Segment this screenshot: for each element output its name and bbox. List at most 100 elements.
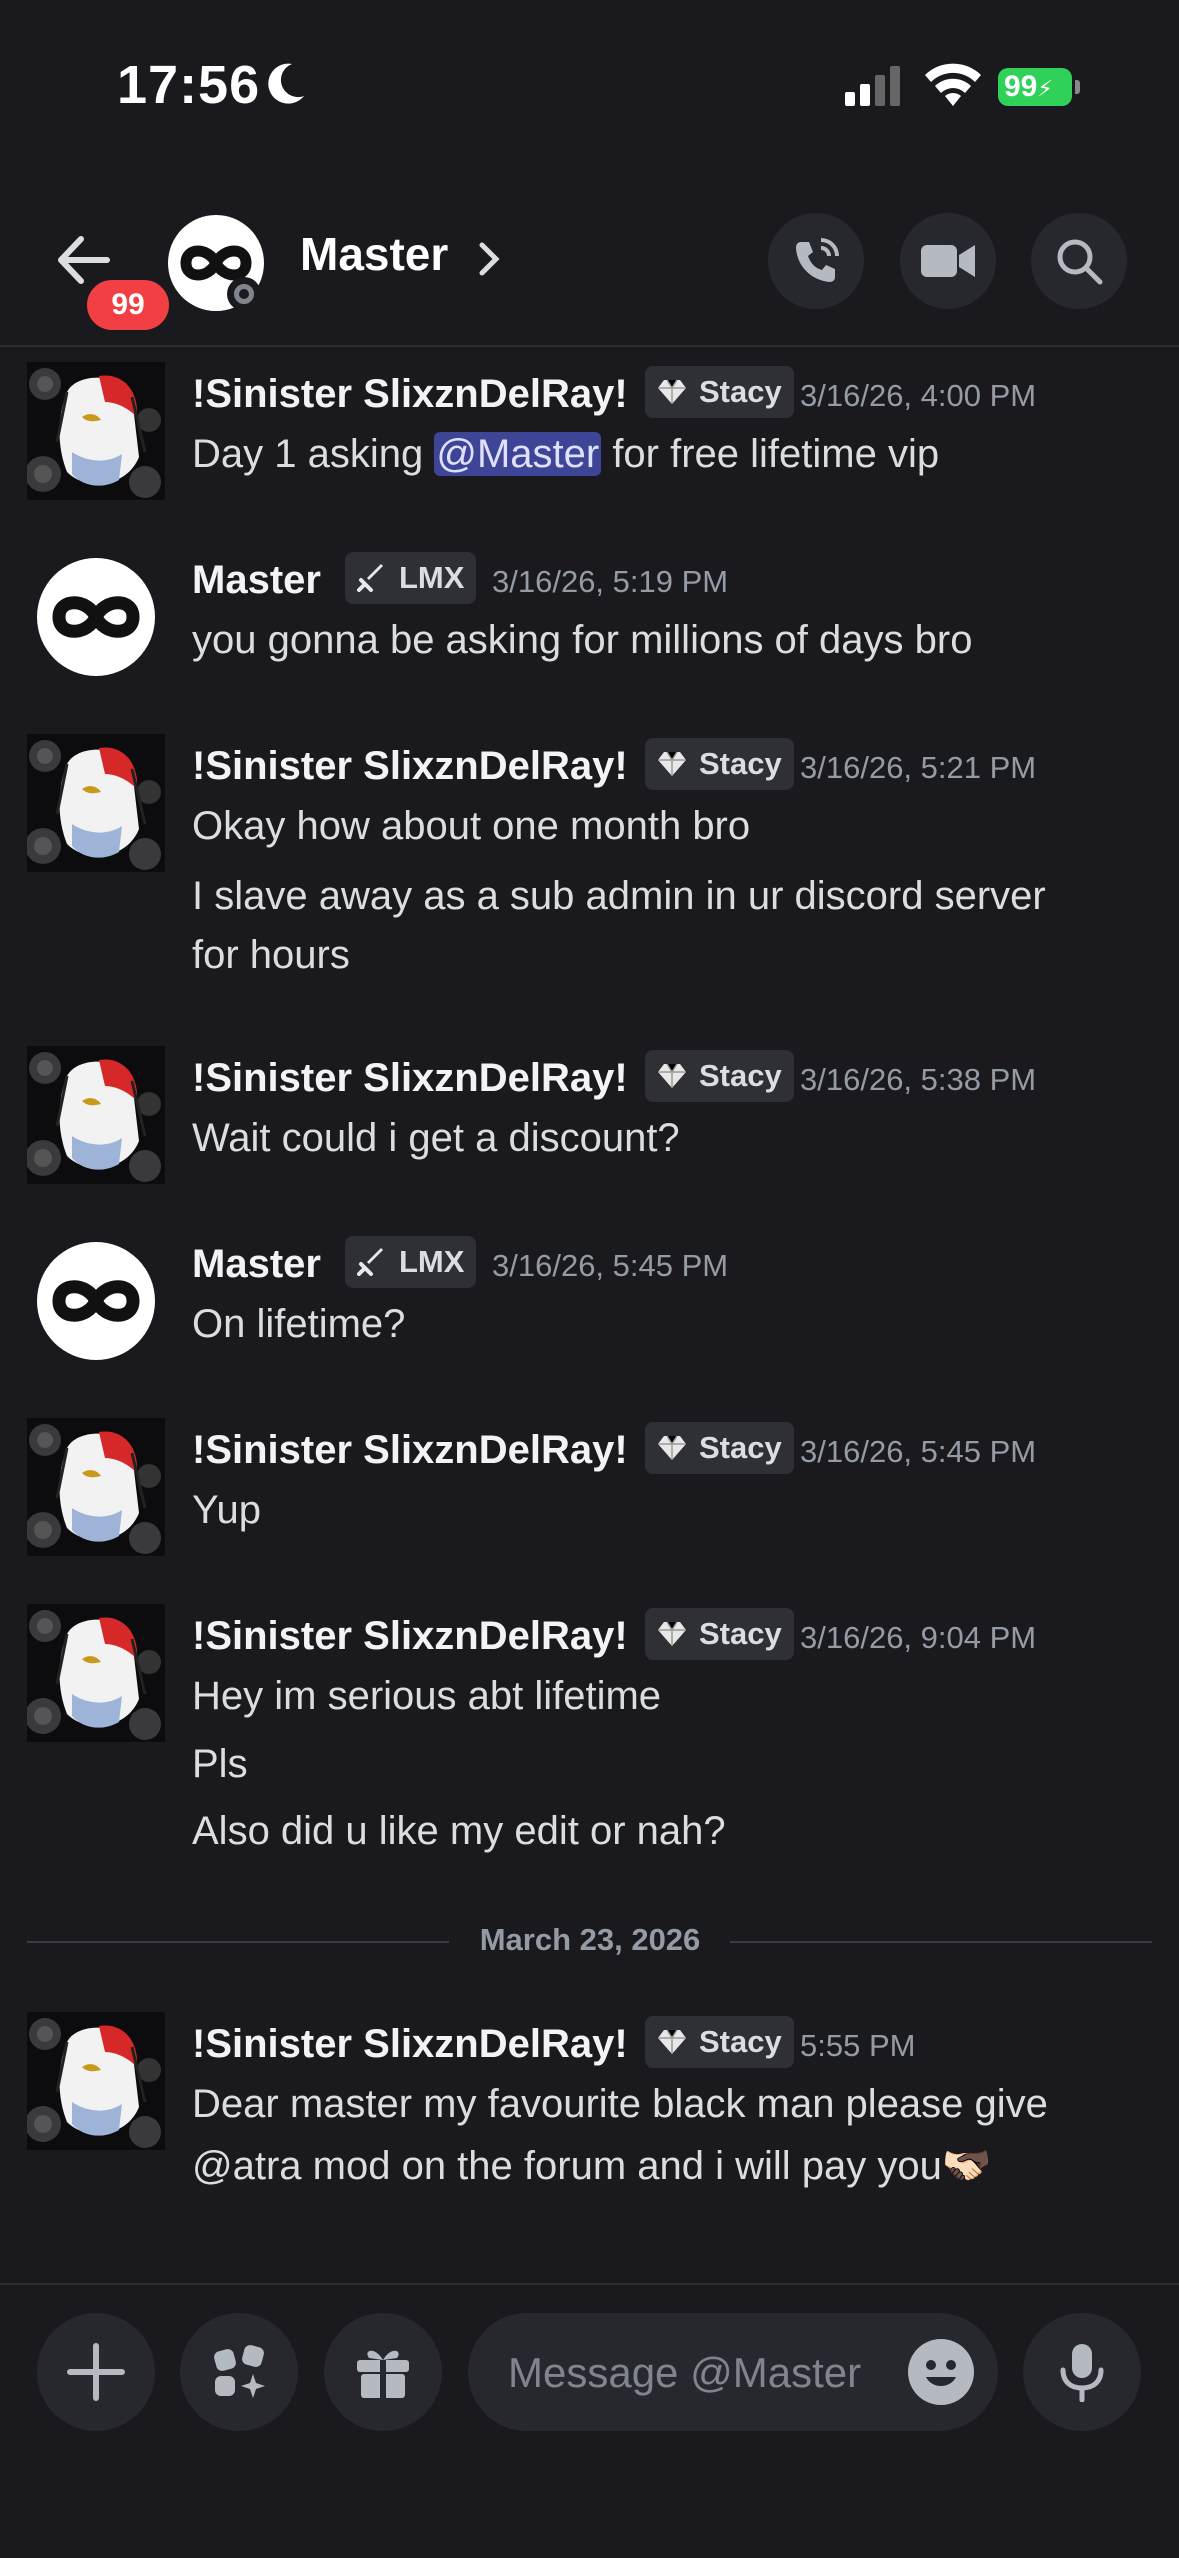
message-text: Dear master my favourite black man pleas… — [192, 2082, 1048, 2126]
search-icon — [1057, 239, 1103, 285]
date-divider: March 23, 2026 — [479, 1922, 701, 1957]
gem-icon — [657, 2028, 687, 2056]
message-author[interactable]: !Sinister SlixznDelRay! — [192, 2022, 628, 2067]
gem-icon — [657, 378, 687, 406]
message-text: Okay how about one month bro — [192, 804, 751, 848]
date-divider-line — [27, 1941, 449, 1943]
voice-call-button[interactable] — [768, 213, 864, 309]
gem-icon — [657, 1620, 687, 1648]
message-timestamp: 3/16/26, 5:21 PM — [800, 750, 1037, 785]
server-tag[interactable]: Stacy — [645, 2016, 794, 2068]
gem-icon — [657, 750, 687, 778]
phone-call-icon — [796, 238, 839, 282]
sword-icon — [357, 1248, 387, 1276]
server-tag-label: LMX — [399, 560, 465, 595]
battery-indicator: 99⚡ — [998, 68, 1072, 106]
message-text: Day 1 asking @Master for free lifetime v… — [192, 432, 939, 477]
user-avatar[interactable] — [37, 1242, 155, 1360]
message-text: I slave away as a sub admin in ur discor… — [192, 874, 1046, 918]
smiley-icon — [926, 2360, 956, 2386]
message-text: On lifetime? — [192, 1302, 406, 1346]
plus-icon — [67, 2343, 125, 2401]
video-call-button[interactable] — [900, 213, 996, 309]
message-text: Pls — [192, 1742, 248, 1786]
battery-level: 99 — [1004, 70, 1038, 103]
message-input[interactable] — [506, 2337, 890, 2409]
message-text: @atra mod on the forum and i will pay yo… — [192, 2144, 992, 2188]
message-author[interactable]: Master — [192, 1242, 321, 1287]
page-title[interactable]: Master — [300, 227, 448, 281]
message-author[interactable]: !Sinister SlixznDelRay! — [192, 1056, 628, 1101]
message-text: Hey im serious abt lifetime — [192, 1674, 662, 1718]
server-tag-label: LMX — [399, 1244, 465, 1279]
charging-icon: ⚡ — [1037, 76, 1053, 101]
gift-icon — [357, 2350, 409, 2398]
user-avatar[interactable] — [27, 734, 165, 872]
user-avatar[interactable] — [37, 558, 155, 676]
message-text-part: Day 1 asking — [192, 432, 435, 476]
message-text: Wait could i get a discount? — [192, 1116, 680, 1160]
voice-message-button[interactable] — [1023, 2313, 1141, 2431]
gem-icon — [657, 1062, 687, 1090]
user-avatar[interactable] — [27, 2012, 165, 2150]
message-author[interactable]: !Sinister SlixznDelRay! — [192, 372, 628, 417]
server-tag[interactable]: Stacy — [645, 1608, 794, 1660]
server-tag-label: Stacy — [699, 1430, 782, 1465]
message-timestamp: 3/16/26, 9:04 PM — [800, 1620, 1037, 1655]
user-mention[interactable]: @Master — [434, 432, 602, 476]
server-tag-label: Stacy — [699, 1058, 782, 1093]
message-timestamp: 3/16/26, 5:38 PM — [800, 1062, 1037, 1097]
server-tag-label: Stacy — [699, 1616, 782, 1651]
message-author[interactable]: !Sinister SlixznDelRay! — [192, 1428, 628, 1473]
microphone-icon — [1060, 2344, 1104, 2402]
apps-icon — [214, 2345, 265, 2398]
message-text: Also did u like my edit or nah? — [192, 1809, 726, 1853]
moon-icon — [268, 63, 304, 104]
add-attachment-button[interactable] — [37, 2313, 155, 2431]
dm-header: 99 Master — [0, 205, 1179, 347]
message-timestamp: 5:55 PM — [800, 2028, 916, 2063]
message-input-container[interactable] — [468, 2313, 998, 2431]
message-author[interactable]: !Sinister SlixznDelRay! — [192, 744, 628, 789]
date-divider-line — [730, 1941, 1152, 1943]
user-avatar[interactable] — [27, 1418, 165, 1556]
message-timestamp: 3/16/26, 5:19 PM — [492, 564, 729, 599]
battery-nub — [1075, 80, 1080, 94]
message-author[interactable]: Master — [192, 558, 321, 603]
server-tag[interactable]: LMX — [345, 552, 477, 604]
server-tag[interactable]: Stacy — [645, 1422, 794, 1474]
emoji-picker-button[interactable] — [908, 2339, 974, 2405]
server-tag[interactable]: Stacy — [645, 366, 794, 418]
message-text: Yup — [192, 1488, 261, 1532]
server-tag[interactable]: Stacy — [645, 738, 794, 790]
apps-button[interactable] — [180, 2313, 298, 2431]
message-text: you gonna be asking for millions of days… — [192, 618, 973, 662]
gift-button[interactable] — [324, 2313, 442, 2431]
server-tag[interactable]: LMX — [345, 1236, 477, 1288]
user-avatar[interactable] — [27, 362, 165, 500]
message-timestamp: 3/16/26, 4:00 PM — [800, 378, 1037, 413]
user-avatar[interactable] — [27, 1604, 165, 1742]
video-camera-icon — [921, 245, 975, 277]
server-tag-label: Stacy — [699, 2024, 782, 2059]
server-tag-label: Stacy — [699, 746, 782, 781]
server-tag[interactable]: Stacy — [645, 1050, 794, 1102]
message-timestamp: 3/16/26, 5:45 PM — [800, 1434, 1037, 1469]
message-author[interactable]: !Sinister SlixznDelRay! — [192, 1614, 628, 1659]
user-avatar[interactable] — [27, 1046, 165, 1184]
message-text: for hours — [192, 933, 350, 977]
cellular-signal-icon — [845, 66, 900, 106]
status-time: 17:56 — [117, 55, 261, 115]
message-composer — [0, 2283, 1179, 2558]
gem-icon — [657, 1434, 687, 1462]
chevron-right-icon[interactable] — [478, 241, 500, 277]
wifi-icon — [925, 63, 981, 106]
search-button[interactable] — [1031, 213, 1127, 309]
status-bar: 17:56 99⚡ — [0, 0, 1179, 170]
sword-icon — [357, 564, 387, 592]
message-timestamp: 3/16/26, 5:45 PM — [492, 1248, 729, 1283]
server-tag-label: Stacy — [699, 374, 782, 409]
message-text-part: for free lifetime vip — [601, 432, 940, 476]
unread-badge: 99 — [82, 275, 174, 335]
offline-status-indicator — [227, 277, 261, 311]
